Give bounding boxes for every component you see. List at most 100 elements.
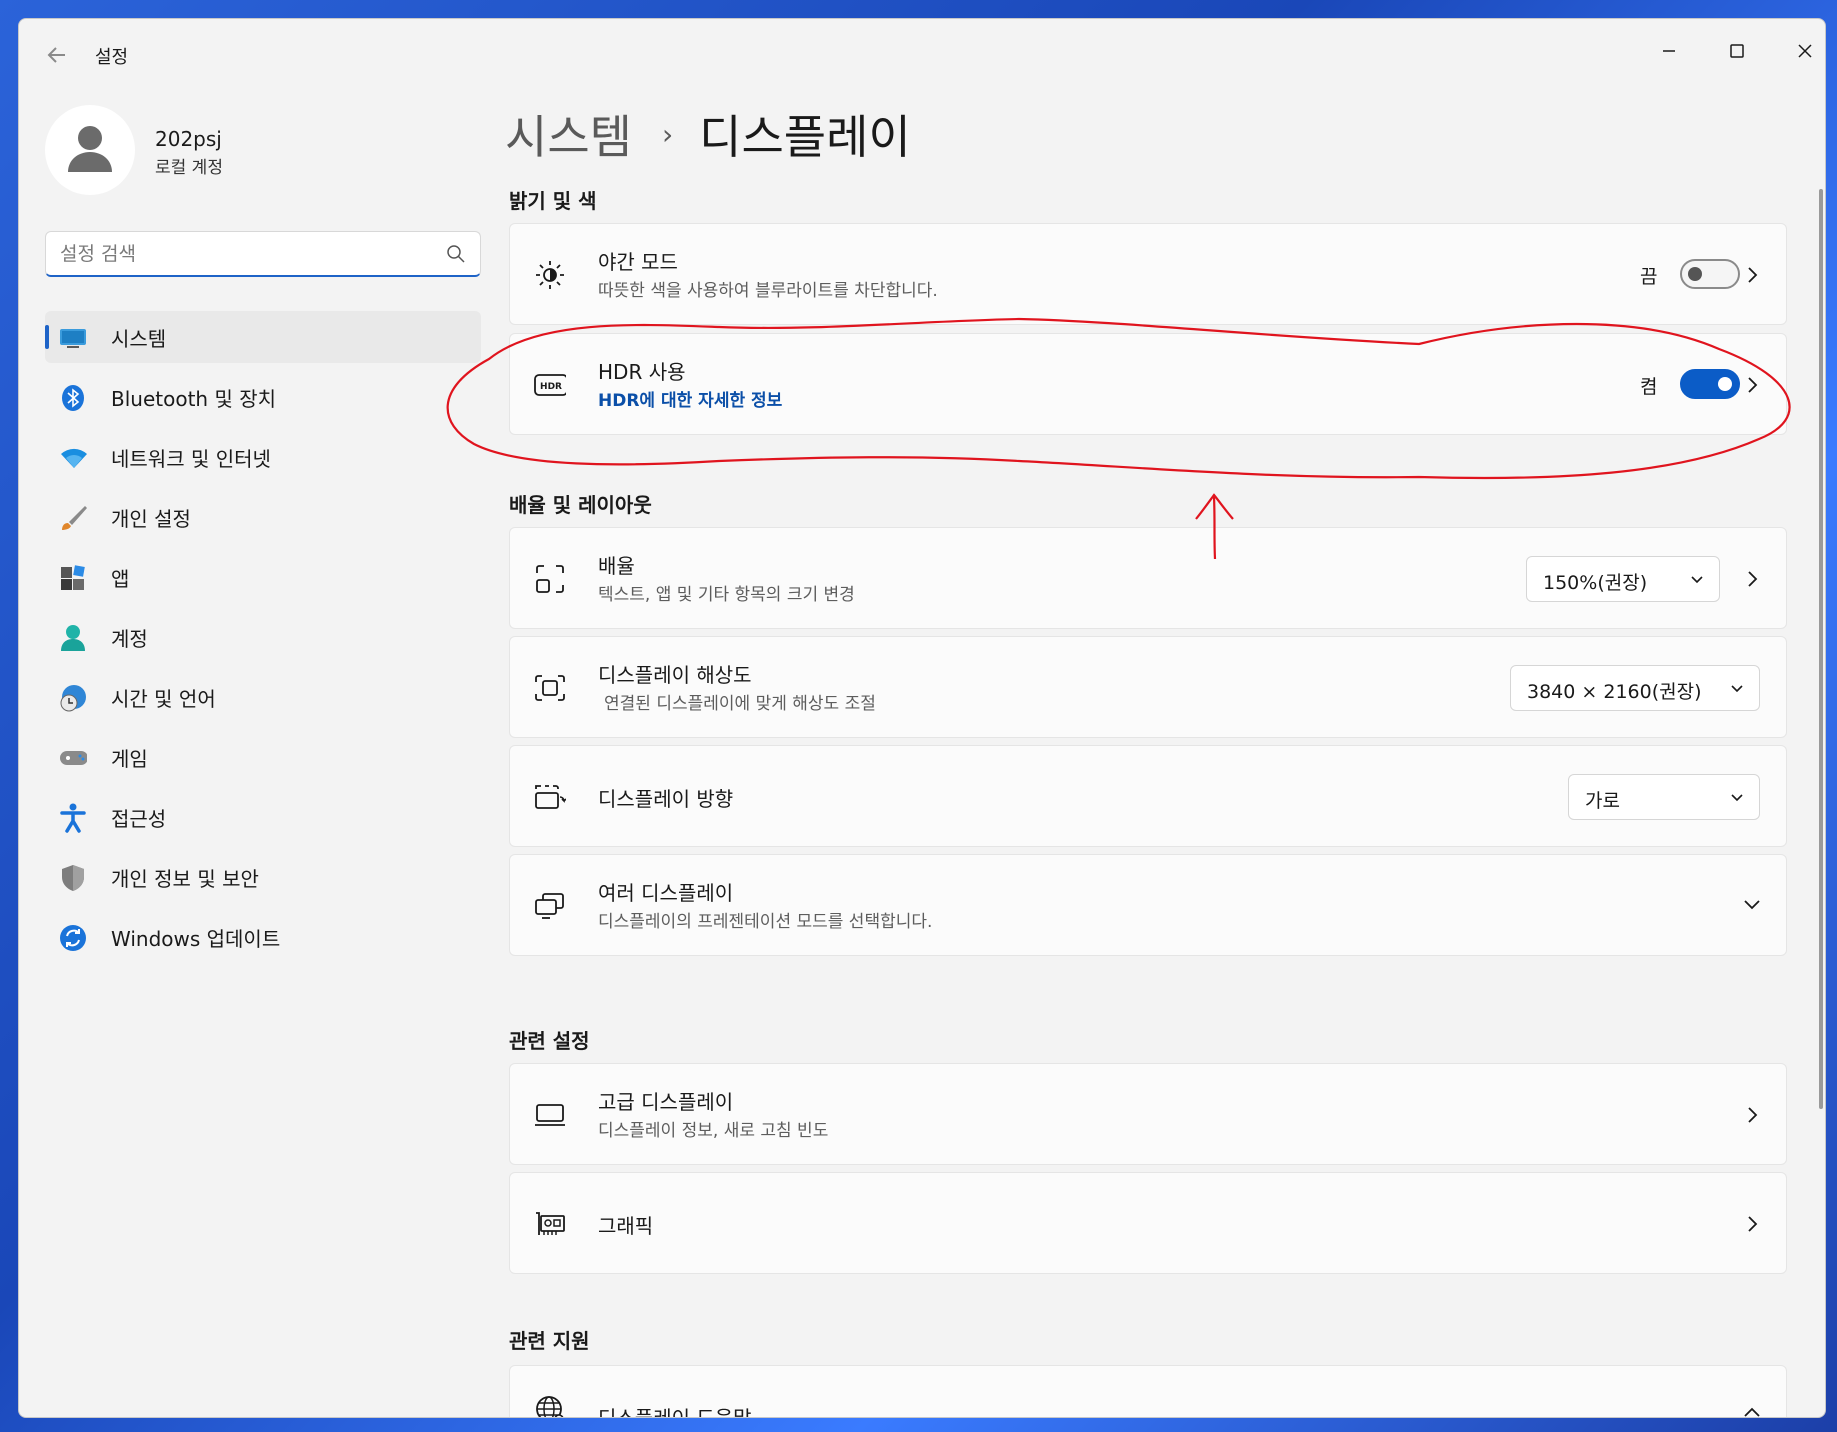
settings-window: 설정 202psj 로컬 계정 시스템 Bluetooth 및 장치 [18, 18, 1826, 1418]
account-icon [59, 624, 87, 652]
hdr-card[interactable]: HDR HDR 사용 HDR에 대한 자세한 정보 켬 [509, 333, 1787, 435]
wifi-icon [59, 444, 87, 472]
sidebar-item-personalization[interactable]: 개인 설정 [45, 491, 481, 543]
hdr-toggle[interactable] [1680, 369, 1740, 399]
avatar [45, 105, 135, 195]
system-icon [59, 324, 87, 352]
sidebar-item-accessibility[interactable]: 접근성 [45, 791, 481, 843]
apps-icon [59, 564, 87, 592]
brush-icon [59, 504, 87, 532]
hdr-info-link[interactable]: HDR에 대한 자세한 정보 [598, 386, 782, 411]
sidebar-item-apps[interactable]: 앱 [45, 551, 481, 603]
maximize-button[interactable] [1711, 31, 1763, 71]
graphics-card[interactable]: 그래픽 [509, 1172, 1787, 1274]
resolution-subtitle: 연결된 디스플레이에 맞게 해상도 조절 [604, 694, 876, 714]
search-box[interactable] [45, 231, 481, 277]
orientation-card[interactable]: 디스플레이 방향 가로 [509, 745, 1787, 847]
resolution-title: 디스플레이 해상도 [598, 663, 752, 687]
chevron-down-icon [1731, 685, 1743, 693]
chevron-down-icon [1731, 794, 1743, 802]
sidebar-item-label: 시간 및 언어 [111, 686, 216, 711]
advanced-display-card[interactable]: 고급 디스플레이 디스플레이 정보, 새로 고침 빈도 [509, 1063, 1787, 1165]
minimize-button[interactable] [1643, 31, 1695, 71]
sidebar-item-accounts[interactable]: 계정 [45, 611, 481, 663]
resolution-card[interactable]: 디스플레이 해상도 연결된 디스플레이에 맞게 해상도 조절 3840 × 21… [509, 636, 1787, 738]
scale-card[interactable]: 배율 텍스트, 앱 및 기타 항목의 크기 변경 150%(권장) [509, 527, 1787, 629]
sidebar-item-label: Bluetooth 및 장치 [111, 386, 277, 411]
chevron-right-icon[interactable] [1744, 1213, 1760, 1235]
sidebar-item-label: 시스템 [111, 326, 167, 351]
monitor-icon [534, 1101, 566, 1129]
chevron-right-icon[interactable] [1744, 264, 1760, 286]
multiple-displays-title: 여러 디스플레이 [598, 881, 734, 905]
person-icon [68, 126, 112, 172]
night-light-toggle[interactable] [1680, 259, 1740, 289]
toggle-knob [1718, 377, 1732, 391]
sidebar-item-privacy[interactable]: 개인 정보 및 보안 [45, 851, 481, 903]
night-light-icon [534, 261, 566, 289]
multiple-displays-icon [534, 892, 566, 920]
section-related-support: 관련 지원 [509, 1329, 590, 1353]
display-help-title: 디스플레이 도움말 [598, 1406, 752, 1418]
scale-icon [534, 565, 566, 593]
sidebar-item-gaming[interactable]: 게임 [45, 731, 481, 783]
title-bar: 설정 [19, 19, 1825, 89]
multiple-displays-card[interactable]: 여러 디스플레이 디스플레이의 프레젠테이션 모드를 선택합니다. [509, 854, 1787, 956]
night-light-title: 야간 모드 [598, 250, 678, 274]
scale-dropdown[interactable]: 150%(권장) [1526, 556, 1720, 602]
shield-icon [59, 864, 87, 892]
scale-subtitle: 텍스트, 앱 및 기타 항목의 크기 변경 [598, 585, 855, 605]
hdr-title: HDR 사용 [598, 360, 686, 384]
hdr-icon: HDR [534, 371, 566, 399]
chevron-down-icon [1691, 576, 1703, 584]
page-title: 디스플레이 [699, 110, 911, 164]
back-button[interactable] [41, 41, 73, 69]
sidebar-nav: 시스템 Bluetooth 및 장치 네트워크 및 인터넷 개인 설정 앱 계정… [45, 311, 481, 971]
search-icon[interactable] [446, 244, 466, 264]
search-input[interactable] [60, 240, 430, 268]
graphics-card-icon [534, 1210, 566, 1238]
update-icon [59, 924, 87, 952]
breadcrumb-separator: › [661, 117, 674, 151]
orientation-dropdown[interactable]: 가로 [1568, 774, 1760, 820]
resolution-dropdown[interactable]: 3840 × 2160(권장) [1510, 665, 1760, 711]
scale-value: 150%(권장) [1543, 572, 1648, 594]
hdr-state: 켬 [1640, 376, 1658, 398]
svg-text:HDR: HDR [540, 382, 562, 392]
night-light-state: 끔 [1640, 266, 1658, 288]
sidebar-item-label: 개인 설정 [111, 506, 191, 531]
section-scale-layout: 배율 및 레이아웃 [509, 493, 652, 517]
scrollbar[interactable] [1819, 189, 1823, 1109]
chevron-right-icon[interactable] [1744, 1104, 1760, 1126]
advanced-display-title: 고급 디스플레이 [598, 1090, 734, 1114]
orientation-title: 디스플레이 방향 [598, 787, 734, 811]
app-title: 설정 [95, 47, 129, 68]
sidebar-item-label: 접근성 [111, 806, 167, 831]
sidebar-item-network[interactable]: 네트워크 및 인터넷 [45, 431, 481, 483]
chevron-up-icon[interactable] [1742, 1404, 1762, 1418]
night-light-card[interactable]: 야간 모드 따뜻한 색을 사용하여 블루라이트를 차단합니다. 끔 [509, 223, 1787, 325]
chevron-right-icon[interactable] [1744, 374, 1760, 396]
sidebar-item-windows-update[interactable]: Windows 업데이트 [45, 911, 481, 963]
display-help-card[interactable]: 디스플레이 도움말 [509, 1365, 1787, 1418]
breadcrumb-parent[interactable]: 시스템 [505, 101, 632, 167]
sidebar-item-time-language[interactable]: 시간 및 언어 [45, 671, 481, 723]
graphics-title: 그래픽 [598, 1214, 654, 1238]
resolution-icon [534, 674, 566, 702]
chevron-right-icon[interactable] [1744, 568, 1760, 590]
globe-icon [534, 1396, 566, 1417]
close-button[interactable] [1779, 31, 1825, 71]
scale-title: 배율 [598, 554, 635, 578]
orientation-value: 가로 [1585, 790, 1620, 812]
arrow-left-icon [47, 47, 65, 63]
toggle-knob [1688, 267, 1702, 281]
accessibility-icon [59, 803, 87, 833]
maximize-icon [1730, 44, 1744, 58]
chevron-down-icon[interactable] [1742, 897, 1762, 913]
time-language-icon [59, 684, 87, 712]
advanced-display-subtitle: 디스플레이 정보, 새로 고침 빈도 [598, 1121, 829, 1141]
sidebar-item-system[interactable]: 시스템 [45, 311, 481, 363]
sidebar-item-bluetooth[interactable]: Bluetooth 및 장치 [45, 371, 481, 423]
sidebar-item-label: 앱 [111, 566, 130, 591]
sidebar-item-label: 네트워크 및 인터넷 [111, 446, 271, 471]
